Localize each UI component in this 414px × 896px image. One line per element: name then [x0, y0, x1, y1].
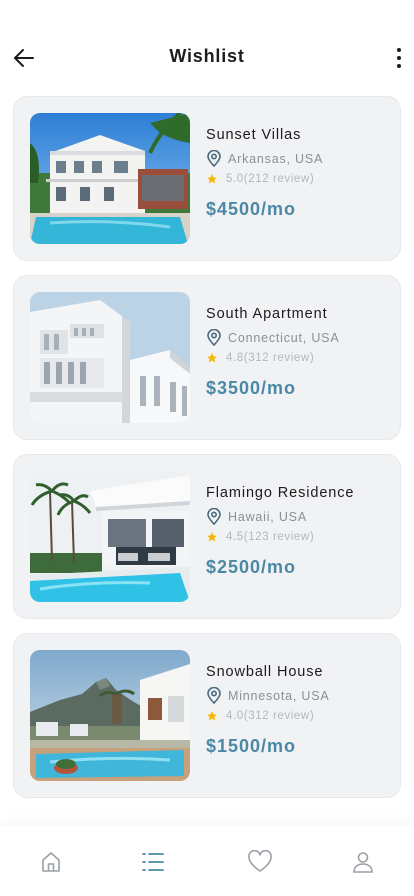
heart-icon [248, 850, 272, 872]
listing-info: Sunset Villas Arkansas, USA 5.0(212 revi… [206, 127, 390, 220]
listing-price: $1500/mo [206, 736, 297, 756]
listing-card[interactable]: Sunset Villas Arkansas, USA 5.0(212 revi… [13, 96, 401, 261]
more-vertical-icon [397, 48, 401, 52]
location-pin-icon [207, 150, 221, 167]
listing-image [30, 650, 190, 781]
star-icon [207, 353, 217, 363]
bottom-navigation [0, 826, 414, 896]
listing-location: Minnesota, USA [206, 687, 390, 704]
listing-price: $3500/mo [206, 378, 297, 398]
listing-name: Snowball House [206, 664, 324, 680]
listing-rating: 5.0(212 review) [206, 173, 390, 185]
star-icon [207, 532, 217, 542]
listing-card[interactable]: South Apartment Connecticut, USA 4.8(312… [13, 275, 401, 440]
listing-name: Flamingo Residence [206, 485, 355, 501]
listing-info: South Apartment Connecticut, USA 4.8(312… [206, 306, 390, 399]
listing-card[interactable]: Snowball House Minnesota, USA 4.0(312 re… [13, 633, 401, 798]
listing-image [30, 471, 190, 602]
listing-rating: 4.8(312 review) [206, 352, 390, 364]
location-pin-icon [207, 329, 221, 346]
listing-card[interactable]: Flamingo Residence Hawaii, USA 4.5(123 r… [13, 454, 401, 619]
listing-image [30, 113, 190, 244]
location-text: Hawaii, USA [228, 509, 307, 524]
location-text: Minnesota, USA [228, 688, 330, 703]
rating-text: 5.0(212 review) [226, 173, 315, 185]
listing-image [30, 292, 190, 423]
listing-name: Sunset Villas [206, 127, 302, 143]
listing-info: Flamingo Residence Hawaii, USA 4.5(123 r… [206, 485, 390, 578]
wishlist-list: Sunset Villas Arkansas, USA 5.0(212 revi… [13, 96, 401, 812]
location-text: Connecticut, USA [228, 330, 340, 345]
page-title: Wishlist [169, 46, 245, 66]
rating-text: 4.0(312 review) [226, 710, 315, 722]
listing-location: Arkansas, USA [206, 150, 390, 167]
listing-rating: 4.5(123 review) [206, 531, 390, 543]
nav-home[interactable] [37, 848, 65, 876]
location-text: Arkansas, USA [228, 151, 324, 166]
header: Wishlist [0, 0, 414, 96]
nav-list[interactable] [139, 848, 167, 876]
listing-info: Snowball House Minnesota, USA 4.0(312 re… [206, 664, 390, 757]
listing-price: $2500/mo [206, 557, 297, 577]
location-pin-icon [207, 508, 221, 525]
nav-wishlist[interactable] [246, 848, 274, 876]
rating-text: 4.8(312 review) [226, 352, 315, 364]
rating-text: 4.5(123 review) [226, 531, 315, 543]
listing-price: $4500/mo [206, 199, 297, 219]
listing-location: Hawaii, USA [206, 508, 390, 525]
star-icon [207, 711, 217, 721]
star-icon [207, 174, 217, 184]
listing-name: South Apartment [206, 306, 328, 322]
list-icon [142, 853, 164, 871]
listing-rating: 4.0(312 review) [206, 710, 390, 722]
user-icon [353, 852, 373, 873]
nav-profile[interactable] [349, 848, 377, 876]
listing-location: Connecticut, USA [206, 329, 390, 346]
more-options-button[interactable] [392, 44, 406, 72]
location-pin-icon [207, 687, 221, 704]
home-icon [42, 852, 60, 872]
